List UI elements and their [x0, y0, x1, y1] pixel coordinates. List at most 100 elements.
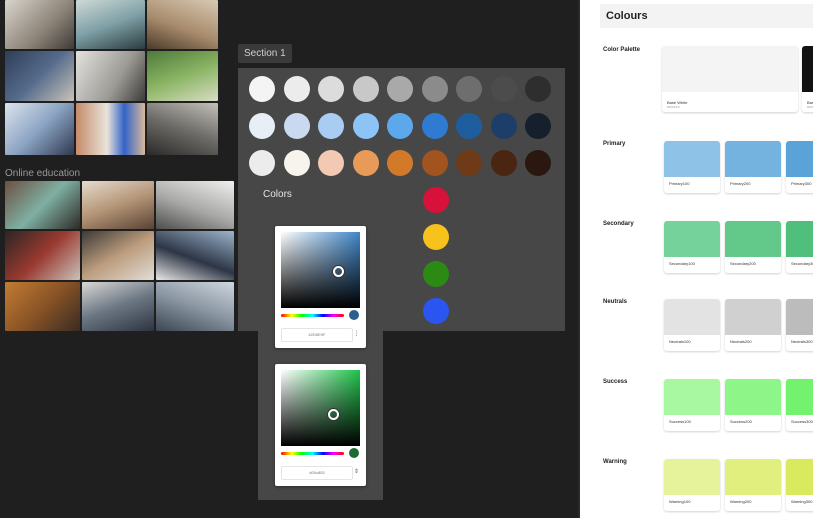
colour-group-label: Primary — [603, 141, 626, 147]
color-picker[interactable]: #00c853 ⇕ — [275, 364, 366, 486]
color-swatch[interactable] — [318, 150, 344, 176]
more-options-icon[interactable]: ⇕ — [353, 466, 360, 478]
color-swatch[interactable] — [456, 76, 482, 102]
colour-fill — [664, 459, 720, 495]
hue-slider[interactable] — [281, 314, 344, 317]
colour-name: Primary100 — [669, 181, 690, 186]
saturation-area[interactable] — [281, 370, 360, 446]
picker-handle[interactable] — [328, 409, 339, 420]
color-swatch[interactable] — [490, 150, 517, 176]
photo-thumbnail[interactable] — [156, 282, 234, 331]
colour-fill — [662, 46, 798, 92]
colour-card[interactable]: Success100 — [664, 379, 720, 431]
colour-fill — [802, 46, 813, 92]
accent-color-swatch[interactable] — [423, 224, 449, 250]
photo-thumbnail[interactable] — [82, 231, 154, 280]
color-swatch[interactable] — [352, 76, 379, 102]
colour-hex: #FFFFFF — [667, 105, 680, 109]
photo-thumbnail[interactable] — [5, 51, 74, 101]
color-swatch[interactable] — [249, 150, 275, 176]
color-swatch[interactable] — [456, 113, 482, 139]
colour-name: Success100 — [669, 419, 691, 424]
accent-color-swatch[interactable] — [423, 261, 449, 287]
colour-fill — [664, 221, 720, 257]
color-swatch[interactable] — [387, 113, 413, 139]
photo-thumbnail[interactable] — [156, 231, 234, 280]
photo-thumbnail[interactable] — [147, 51, 218, 101]
colour-name: Warning100 — [669, 499, 691, 504]
colour-card[interactable]: Primary100 — [664, 141, 720, 193]
colour-card[interactable]: Base#000000 — [802, 46, 813, 112]
colour-card[interactable]: Secondary300 — [786, 221, 813, 273]
color-picker[interactable]: #2D6E9F ⋮ — [275, 226, 366, 348]
colour-card[interactable]: Secondary100 — [664, 221, 720, 273]
color-swatch[interactable] — [421, 113, 448, 139]
colour-card[interactable]: Warning300 — [786, 459, 813, 511]
photo-thumbnail[interactable] — [76, 0, 145, 49]
colour-name: Secondary200 — [730, 261, 756, 266]
colour-name: Neutrals300 — [791, 339, 813, 344]
photo-thumbnail[interactable] — [5, 282, 80, 331]
colour-name: Primary300 — [791, 181, 812, 186]
photo-thumbnail[interactable] — [76, 51, 145, 101]
colour-card[interactable]: Success300 — [786, 379, 813, 431]
photo-thumbnail[interactable] — [5, 0, 74, 49]
photo-thumbnail[interactable] — [5, 103, 74, 155]
color-swatch[interactable] — [525, 113, 551, 139]
color-swatch[interactable] — [421, 150, 448, 176]
photo-thumbnail[interactable] — [5, 181, 80, 229]
color-swatch[interactable] — [283, 150, 310, 176]
accent-color-swatch[interactable] — [423, 187, 449, 213]
color-swatch[interactable] — [249, 76, 275, 102]
photo-thumbnail[interactable] — [156, 181, 234, 229]
colors-frame-label[interactable]: Colors — [263, 189, 292, 200]
color-swatch[interactable] — [525, 150, 551, 176]
colour-fill — [664, 299, 720, 335]
colour-card[interactable]: Neutrals100 — [664, 299, 720, 351]
photo-thumbnail[interactable] — [82, 181, 154, 229]
color-swatch[interactable] — [525, 76, 551, 102]
colour-card[interactable]: Primary200 — [725, 141, 781, 193]
color-swatch[interactable] — [387, 150, 413, 176]
document-title: Colours — [600, 4, 813, 28]
colour-fill — [786, 221, 813, 257]
colour-fill — [725, 459, 781, 495]
hue-slider[interactable] — [281, 452, 344, 455]
saturation-area[interactable] — [281, 232, 360, 308]
color-swatch[interactable] — [318, 76, 344, 102]
colour-card[interactable]: Neutrals300 — [786, 299, 813, 351]
colour-card[interactable]: Primary300 — [786, 141, 813, 193]
colour-card[interactable]: Neutrals200 — [725, 299, 781, 351]
photo-thumbnail[interactable] — [82, 282, 154, 331]
more-options-icon[interactable]: ⋮ — [353, 328, 360, 340]
photo-thumbnail[interactable] — [147, 103, 218, 155]
color-swatch[interactable] — [490, 76, 517, 102]
color-swatch[interactable] — [352, 113, 379, 139]
colour-card[interactable]: Base White #FFFFFF — [662, 46, 798, 112]
colour-group-label: Secondary — [603, 221, 634, 227]
color-swatch[interactable] — [352, 150, 379, 176]
hex-input[interactable]: #2D6E9F — [281, 328, 353, 342]
color-swatch[interactable] — [387, 76, 413, 102]
colour-card[interactable]: Warning200 — [725, 459, 781, 511]
color-swatch[interactable] — [490, 113, 517, 139]
photo-thumbnail[interactable] — [76, 103, 145, 155]
color-swatch[interactable] — [456, 150, 482, 176]
color-swatch[interactable] — [421, 76, 448, 102]
photo-thumbnail[interactable] — [5, 231, 80, 280]
colour-fill — [725, 379, 781, 415]
colour-name: Success200 — [730, 419, 752, 424]
colour-card[interactable]: Warning100 — [664, 459, 720, 511]
color-swatch[interactable] — [249, 113, 275, 139]
color-swatch[interactable] — [283, 76, 310, 102]
color-swatch[interactable] — [283, 113, 310, 139]
hex-input[interactable]: #00c853 — [281, 466, 353, 480]
color-swatch[interactable] — [318, 113, 344, 139]
colour-card[interactable]: Secondary200 — [725, 221, 781, 273]
colour-card[interactable]: Success200 — [725, 379, 781, 431]
photo-thumbnail[interactable] — [147, 0, 218, 49]
colours-document: Colours Color Palette Base White #FFFFFF Ba… — [578, 0, 813, 518]
accent-color-swatch[interactable] — [423, 298, 449, 324]
section-title-tag[interactable]: Section 1 — [238, 44, 292, 63]
picker-handle[interactable] — [333, 266, 344, 277]
